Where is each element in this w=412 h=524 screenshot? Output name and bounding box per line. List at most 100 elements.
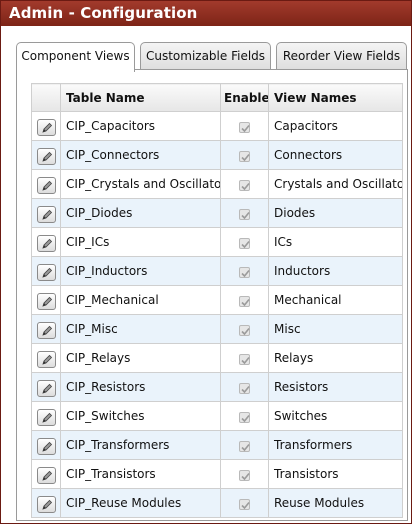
enable-checkbox[interactable] xyxy=(239,179,250,191)
enable-checkbox[interactable] xyxy=(239,498,250,510)
enable-checkbox[interactable] xyxy=(239,353,250,365)
table-row: CIP_Misc Misc xyxy=(31,314,403,344)
enable-cell xyxy=(220,140,269,170)
pencil-icon xyxy=(41,151,52,162)
checkmark-icon xyxy=(241,501,250,509)
edit-button[interactable] xyxy=(36,466,56,484)
table-row: CIP_Transistors Transistors xyxy=(31,459,403,489)
edit-button[interactable] xyxy=(36,234,56,252)
enable-cell xyxy=(220,430,269,460)
edit-button[interactable] xyxy=(36,495,56,513)
edit-cell xyxy=(31,401,61,431)
pencil-icon xyxy=(41,383,52,394)
edit-button[interactable] xyxy=(36,408,56,426)
edit-button[interactable] xyxy=(36,118,56,136)
tab-customizable-fields[interactable]: Customizable Fields xyxy=(140,42,271,70)
view-name-cell: Reuse Modules xyxy=(268,488,403,518)
table-row: CIP_ICs ICs xyxy=(31,227,403,257)
enable-checkbox[interactable] xyxy=(239,469,250,481)
table-header-row: Table Name Enable View Names xyxy=(31,83,403,112)
enable-cell xyxy=(220,227,269,257)
table-name-cell: CIP_Switches xyxy=(60,401,221,431)
checkmark-icon xyxy=(241,211,250,219)
config-window: Admin - Configuration Component Views Cu… xyxy=(0,0,412,524)
edit-cell xyxy=(31,256,61,286)
enable-checkbox[interactable] xyxy=(239,411,250,423)
enable-checkbox[interactable] xyxy=(239,440,250,452)
enable-checkbox[interactable] xyxy=(239,237,250,249)
tab-component-views[interactable]: Component Views xyxy=(16,42,135,72)
edit-button[interactable] xyxy=(36,437,56,455)
pencil-icon xyxy=(41,267,52,278)
enable-checkbox[interactable] xyxy=(239,382,250,394)
component-views-table: Table Name Enable View Names CIP_Capacit… xyxy=(31,83,403,518)
view-name-cell: Inductors xyxy=(268,256,403,286)
table-name-cell: CIP_Transformers xyxy=(60,430,221,460)
component-views-panel: Table Name Enable View Names CIP_Capacit… xyxy=(16,69,408,521)
table-row: CIP_Inductors Inductors xyxy=(31,256,403,286)
enable-checkbox[interactable] xyxy=(239,295,250,307)
view-name-cell: Resistors xyxy=(268,372,403,402)
table-name-cell: CIP_Crystals and Oscillators xyxy=(60,169,221,199)
table-row: CIP_Crystals and Oscillators Crystals an… xyxy=(31,169,403,199)
edit-button[interactable] xyxy=(36,350,56,368)
pencil-icon xyxy=(41,441,52,452)
enable-checkbox[interactable] xyxy=(239,150,250,162)
pencil-icon xyxy=(41,354,52,365)
pencil-icon xyxy=(41,412,52,423)
edit-cell xyxy=(31,488,61,518)
edit-button[interactable] xyxy=(36,321,56,339)
checkmark-icon xyxy=(241,414,250,422)
edit-button[interactable] xyxy=(36,147,56,165)
pencil-icon xyxy=(41,470,52,481)
table-name-cell: CIP_Reuse Modules xyxy=(60,488,221,518)
tab-bar: Component Views Customizable Fields Reor… xyxy=(16,42,408,72)
header-view-names[interactable]: View Names xyxy=(268,83,403,112)
edit-cell xyxy=(31,372,61,402)
table-row: CIP_Capacitors Capacitors xyxy=(31,111,403,141)
enable-checkbox[interactable] xyxy=(239,324,250,336)
enable-cell xyxy=(220,256,269,286)
header-enable[interactable]: Enable xyxy=(220,83,269,112)
enable-cell xyxy=(220,198,269,228)
view-name-cell: ICs xyxy=(268,227,403,257)
checkmark-icon xyxy=(241,298,250,306)
pencil-icon xyxy=(41,325,52,336)
edit-cell xyxy=(31,198,61,228)
edit-cell xyxy=(31,343,61,373)
edit-button[interactable] xyxy=(36,292,56,310)
checkmark-icon xyxy=(241,269,250,277)
enable-checkbox[interactable] xyxy=(239,121,250,133)
view-name-cell: Misc xyxy=(268,314,403,344)
checkmark-icon xyxy=(241,385,250,393)
pencil-icon xyxy=(41,238,52,249)
edit-button[interactable] xyxy=(36,205,56,223)
header-edit xyxy=(31,83,61,112)
edit-button[interactable] xyxy=(36,176,56,194)
view-name-cell: Crystals and Oscillators xyxy=(268,169,403,199)
enable-cell xyxy=(220,169,269,199)
table-name-cell: CIP_ICs xyxy=(60,227,221,257)
header-table-name[interactable]: Table Name xyxy=(60,83,221,112)
edit-cell xyxy=(31,459,61,489)
enable-checkbox[interactable] xyxy=(239,266,250,278)
enable-checkbox[interactable] xyxy=(239,208,250,220)
enable-cell xyxy=(220,372,269,402)
table-name-cell: CIP_Inductors xyxy=(60,256,221,286)
enable-cell xyxy=(220,314,269,344)
pencil-icon xyxy=(41,296,52,307)
table-name-cell: CIP_Capacitors xyxy=(60,111,221,141)
enable-cell xyxy=(220,401,269,431)
checkmark-icon xyxy=(241,153,250,161)
window-title: Admin - Configuration xyxy=(1,1,411,26)
table-row: CIP_Relays Relays xyxy=(31,343,403,373)
edit-button[interactable] xyxy=(36,379,56,397)
edit-button[interactable] xyxy=(36,263,56,281)
enable-cell xyxy=(220,488,269,518)
pencil-icon xyxy=(41,499,52,510)
table-row: CIP_Reuse Modules Reuse Modules xyxy=(31,488,403,518)
tab-reorder-view-fields[interactable]: Reorder View Fields xyxy=(276,42,407,70)
checkmark-icon xyxy=(241,472,250,480)
view-name-cell: Diodes xyxy=(268,198,403,228)
edit-cell xyxy=(31,314,61,344)
